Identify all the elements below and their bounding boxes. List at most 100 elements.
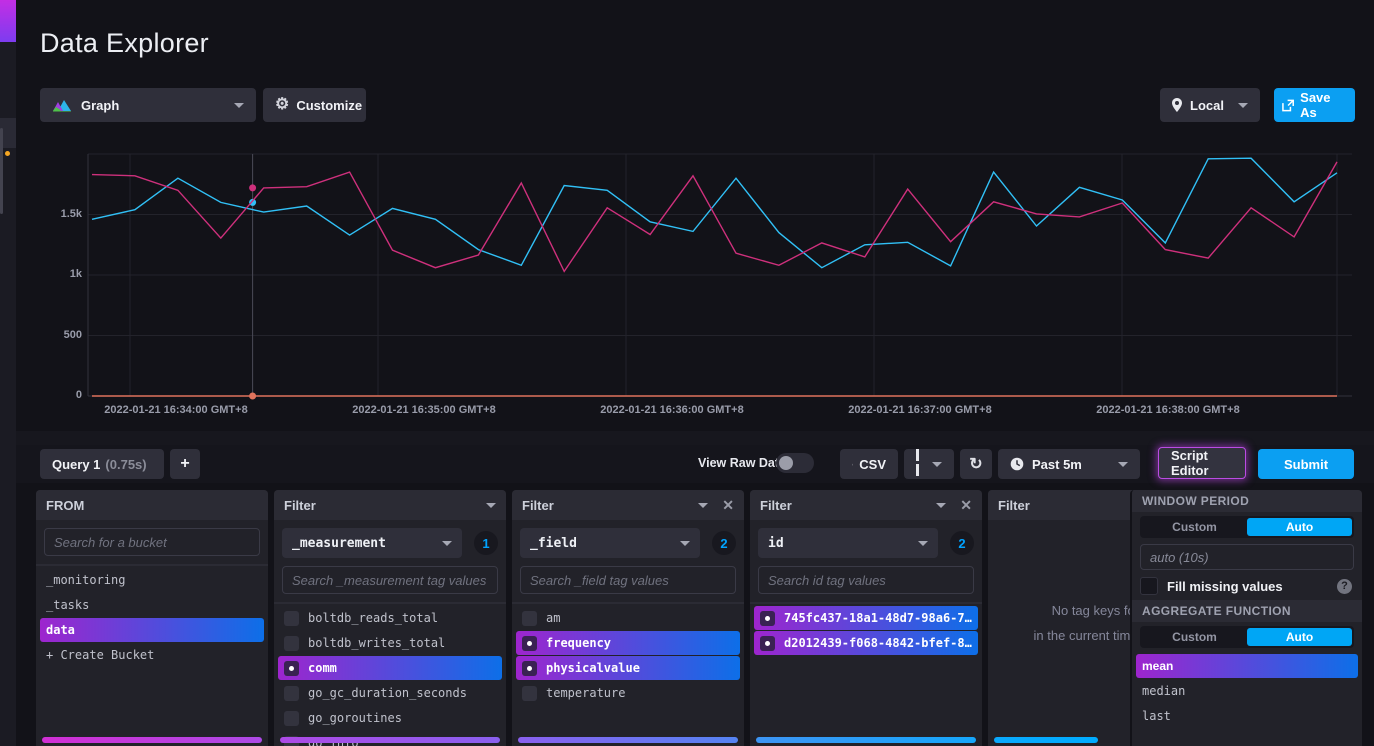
- filter-measurement-panel: Filter _measurement 1 boltdb_reads_total…: [274, 490, 506, 746]
- query-duration: (0.75s): [105, 457, 146, 472]
- checkbox-checked[interactable]: [284, 661, 299, 676]
- tag-key-label: id: [768, 536, 784, 551]
- tag-value-item[interactable]: am: [516, 606, 740, 630]
- csv-download-button[interactable]: CSV: [840, 449, 898, 479]
- hover-dot-line-orange: [249, 393, 256, 400]
- selected-count-badge: 2: [950, 531, 974, 555]
- add-query-button[interactable]: +: [170, 449, 200, 479]
- custom-option[interactable]: Custom: [1142, 628, 1247, 646]
- x-tick-label: 2022-01-21 16:38:00 GMT+8: [1048, 404, 1288, 416]
- filter-panel-header: Filter ✕: [512, 490, 744, 520]
- checkbox[interactable]: [284, 611, 299, 626]
- chevron-down-icon: [932, 462, 942, 467]
- field-search-input[interactable]: [520, 566, 736, 594]
- checkbox-checked[interactable]: [522, 636, 537, 651]
- tag-value-item[interactable]: boltdb_reads_total: [278, 606, 502, 630]
- panel-scrollbar[interactable]: [518, 737, 738, 743]
- measurement-search-input[interactable]: [282, 566, 498, 594]
- tag-value-item[interactable]: temperature: [516, 681, 740, 705]
- tag-value-item[interactable]: boltdb_writes_total: [278, 631, 502, 655]
- checkbox[interactable]: [522, 611, 537, 626]
- panel-scrollbar[interactable]: [280, 737, 500, 743]
- query-tab[interactable]: Query 1 (0.75s): [40, 449, 164, 479]
- auto-option[interactable]: Auto: [1247, 518, 1352, 536]
- x-tick-label: 2022-01-21 16:35:00 GMT+8: [304, 404, 544, 416]
- timezone-dropdown[interactable]: Local: [1160, 88, 1260, 122]
- bucket-item[interactable]: _tasks: [40, 593, 264, 617]
- view-type-dropdown[interactable]: Graph: [40, 88, 256, 122]
- nav-rail: [0, 0, 16, 746]
- nav-scrollbar[interactable]: [0, 128, 3, 214]
- bucket-search-input[interactable]: [44, 528, 260, 556]
- y-tick-label: 0: [36, 389, 82, 401]
- chevron-down-icon[interactable]: [698, 503, 708, 508]
- checkbox-checked[interactable]: [522, 661, 537, 676]
- from-title: FROM: [46, 498, 84, 513]
- view-raw-data-toggle[interactable]: [776, 453, 814, 473]
- window-period-input[interactable]: [1140, 544, 1354, 570]
- tag-value-item-selected[interactable]: comm: [278, 656, 502, 680]
- tag-key-dropdown[interactable]: id: [758, 528, 938, 558]
- tag-key-dropdown[interactable]: _field: [520, 528, 700, 558]
- tag-value-item[interactable]: go_goroutines: [278, 706, 502, 730]
- save-as-button[interactable]: Save As: [1274, 88, 1355, 122]
- script-editor-button[interactable]: Script Editor: [1158, 447, 1246, 479]
- fill-label: Fill missing values: [1167, 579, 1283, 594]
- aggregate-item[interactable]: last: [1136, 704, 1358, 728]
- customize-button[interactable]: ⚙ Customize: [263, 88, 366, 122]
- checkbox[interactable]: [522, 686, 537, 701]
- gear-icon: ⚙: [275, 97, 289, 113]
- y-tick-label: 1k: [36, 268, 82, 280]
- refresh-button[interactable]: ↻: [960, 449, 992, 479]
- close-icon[interactable]: ✕: [722, 497, 734, 514]
- query-options-panel: WINDOW PERIOD Custom Auto Fill missing v…: [1130, 490, 1362, 746]
- tag-value-item-selected[interactable]: physicalvalue: [516, 656, 740, 680]
- tag-value-item-selected[interactable]: frequency: [516, 631, 740, 655]
- line-chart[interactable]: [36, 140, 1352, 402]
- chevron-down-icon[interactable]: [486, 503, 496, 508]
- tag-value-item-selected[interactable]: d2012439-f068-4842-bfef-8…: [754, 631, 978, 655]
- filter-panel-header: Filter ✕: [750, 490, 982, 520]
- pause-icon: [916, 449, 924, 479]
- auto-option[interactable]: Auto: [1247, 628, 1352, 646]
- checkbox[interactable]: [284, 711, 299, 726]
- close-icon[interactable]: ✕: [960, 497, 972, 514]
- selected-count-badge: 2: [712, 531, 736, 555]
- aggregate-item-selected[interactable]: mean: [1136, 654, 1358, 678]
- y-tick-label: 1.5k: [36, 208, 82, 220]
- aggregate-item[interactable]: median: [1136, 679, 1358, 703]
- id-search-input[interactable]: [758, 566, 974, 594]
- hover-dot-line-magenta: [249, 184, 256, 191]
- panel-scrollbar[interactable]: [42, 737, 262, 743]
- help-icon[interactable]: ?: [1337, 579, 1352, 594]
- fill-checkbox[interactable]: [1140, 577, 1158, 595]
- chevron-down-icon: [1118, 462, 1128, 467]
- checkbox-checked[interactable]: [760, 611, 775, 626]
- panel-scrollbar[interactable]: [994, 737, 1098, 743]
- tag-value-item[interactable]: go_gc_duration_seconds: [278, 681, 502, 705]
- bucket-item-selected[interactable]: data: [40, 618, 264, 642]
- from-panel-header: FROM: [36, 490, 268, 520]
- divider: [274, 602, 506, 604]
- tag-key-dropdown[interactable]: _measurement: [282, 528, 462, 558]
- panel-scrollbar[interactable]: [756, 737, 976, 743]
- chevron-down-icon: [918, 541, 928, 546]
- chevron-down-icon[interactable]: [936, 503, 946, 508]
- custom-option[interactable]: Custom: [1142, 518, 1247, 536]
- toggle-knob: [779, 456, 793, 470]
- time-range-label: Past 5m: [1032, 457, 1082, 472]
- bucket-item[interactable]: _monitoring: [40, 568, 264, 592]
- timezone-label: Local: [1190, 98, 1224, 113]
- time-range-dropdown[interactable]: Past 5m: [998, 449, 1140, 479]
- app-logo[interactable]: [0, 0, 16, 42]
- export-icon: [1282, 99, 1294, 112]
- tag-value-item-selected[interactable]: 745fc437-18a1-48d7-98a6-7…: [754, 606, 978, 630]
- divider: [36, 564, 268, 566]
- submit-button[interactable]: Submit: [1258, 449, 1354, 479]
- create-bucket-button[interactable]: + Create Bucket: [40, 643, 264, 667]
- pause-button[interactable]: [904, 449, 954, 479]
- checkbox-checked[interactable]: [760, 636, 775, 651]
- checkbox[interactable]: [284, 686, 299, 701]
- customize-label: Customize: [296, 98, 362, 113]
- checkbox[interactable]: [284, 636, 299, 651]
